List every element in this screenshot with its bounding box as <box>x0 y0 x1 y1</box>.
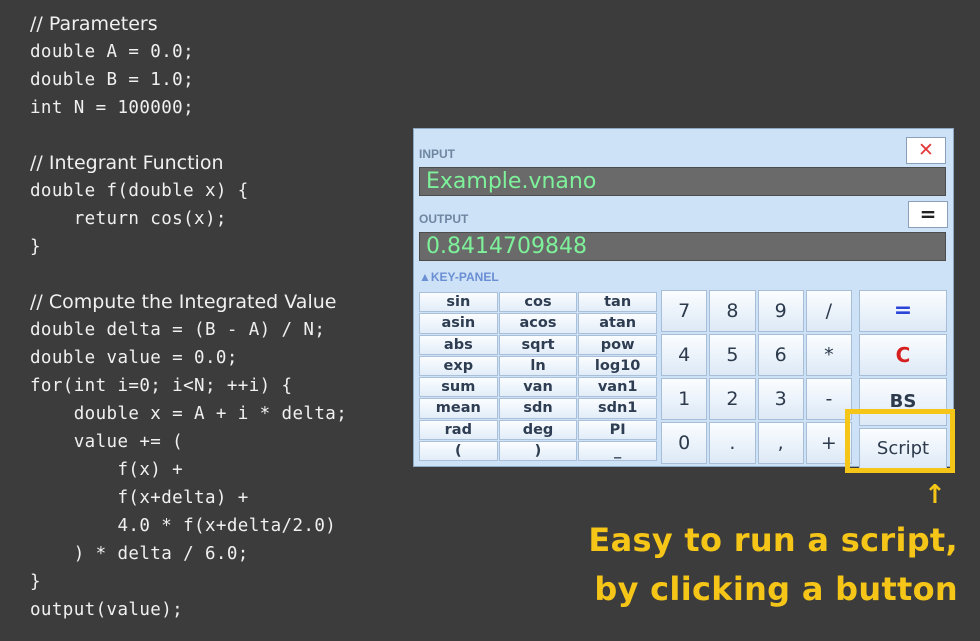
code-comment: // Integrant Function <box>30 152 224 174</box>
function-key[interactable]: asin <box>419 313 498 334</box>
clear-key[interactable]: C <box>859 334 947 376</box>
annotation-line-1: Easy to run a script, <box>588 521 958 559</box>
number-key[interactable]: 5 <box>709 334 756 376</box>
function-key[interactable]: cos <box>498 292 578 313</box>
code-comment: // Compute the Integrated Value <box>30 291 337 313</box>
function-key[interactable]: van1 <box>578 377 657 398</box>
code-line: double A = 0.0; <box>30 42 195 62</box>
function-key[interactable]: deg <box>498 419 578 440</box>
number-key[interactable]: 0 <box>661 422 708 464</box>
number-key[interactable]: . <box>709 422 756 464</box>
function-key[interactable]: sin <box>419 292 498 313</box>
number-key[interactable]: * <box>805 334 852 376</box>
number-key-grid: 7 8 9/4 5 6 * 1 2 3-0., + <box>661 290 852 464</box>
output-field: 0.8414709848 <box>419 232 946 261</box>
function-key[interactable]: log10 <box>578 355 657 376</box>
function-key[interactable]: PI <box>578 419 657 440</box>
number-key[interactable]: 6 <box>757 334 804 376</box>
calculate-button[interactable]: = <box>908 201 948 228</box>
function-key[interactable]: pow <box>578 334 657 355</box>
code-line: double delta = (B - A) / N; <box>30 320 326 340</box>
code-line: value += ( <box>30 432 184 452</box>
function-key[interactable]: tan <box>578 292 657 313</box>
number-key[interactable]: 1 <box>661 378 708 420</box>
code-line: } <box>30 572 41 592</box>
code-line: int N = 100000; <box>30 98 195 118</box>
function-key[interactable]: sdn <box>498 398 578 419</box>
function-key[interactable]: van <box>498 377 578 398</box>
equals-key[interactable]: = <box>859 290 947 332</box>
code-line: return cos(x); <box>30 209 227 229</box>
function-key[interactable]: sqrt <box>498 334 578 355</box>
function-key-grid: sin cos tan asin acos atan abs sqrt pow exp ln log1… <box>419 292 657 461</box>
number-key[interactable]: 3 <box>757 378 804 420</box>
code-line: for(int i=0; i<N; ++i) { <box>30 376 293 396</box>
input-label: INPUT <box>419 147 455 161</box>
code-line: double f(double x) { <box>30 181 249 201</box>
input-field[interactable]: Example.vnano <box>419 167 946 196</box>
function-key[interactable]: ) <box>498 440 578 461</box>
number-key[interactable]: 9 <box>757 290 804 332</box>
function-key[interactable]: abs <box>419 334 498 355</box>
function-key[interactable]: mean <box>419 398 498 419</box>
code-line: 4.0 * f(x+delta/2.0) <box>30 516 337 536</box>
function-key[interactable]: sdn1 <box>578 398 657 419</box>
function-key[interactable]: _ <box>578 440 657 461</box>
code-line: output(value); <box>30 600 184 620</box>
key-panel-toggle[interactable]: ▲KEY-PANEL <box>419 270 499 284</box>
code-line: f(x) + <box>30 460 184 480</box>
function-key[interactable]: sum <box>419 377 498 398</box>
number-key[interactable]: 4 <box>661 334 708 376</box>
number-key[interactable]: 7 <box>661 290 708 332</box>
function-key[interactable]: ln <box>498 355 578 376</box>
number-key[interactable]: 8 <box>709 290 756 332</box>
close-icon[interactable]: ✕ <box>906 137 946 164</box>
code-line: f(x+delta) + <box>30 488 249 508</box>
function-key[interactable]: atan <box>578 313 657 334</box>
function-key[interactable]: ( <box>419 440 498 461</box>
code-line: double B = 1.0; <box>30 70 195 90</box>
number-key[interactable]: 2 <box>709 378 756 420</box>
function-key[interactable]: rad <box>419 419 498 440</box>
number-key[interactable]: / <box>805 290 852 332</box>
function-key[interactable]: acos <box>498 313 578 334</box>
code-line: double x = A + i * delta; <box>30 404 348 424</box>
annotation-line-2: by clicking a button <box>594 570 958 608</box>
script-button-highlight <box>845 409 955 473</box>
code-line: ) * delta / 6.0; <box>30 544 249 564</box>
code-line: } <box>30 237 41 257</box>
output-label: OUTPUT <box>419 212 469 226</box>
function-key[interactable]: exp <box>419 355 498 376</box>
number-key[interactable]: , <box>757 422 804 464</box>
up-arrow-icon: ↑ <box>924 480 946 510</box>
code-line: double value = 0.0; <box>30 348 238 368</box>
code-comment: // Parameters <box>30 13 158 35</box>
